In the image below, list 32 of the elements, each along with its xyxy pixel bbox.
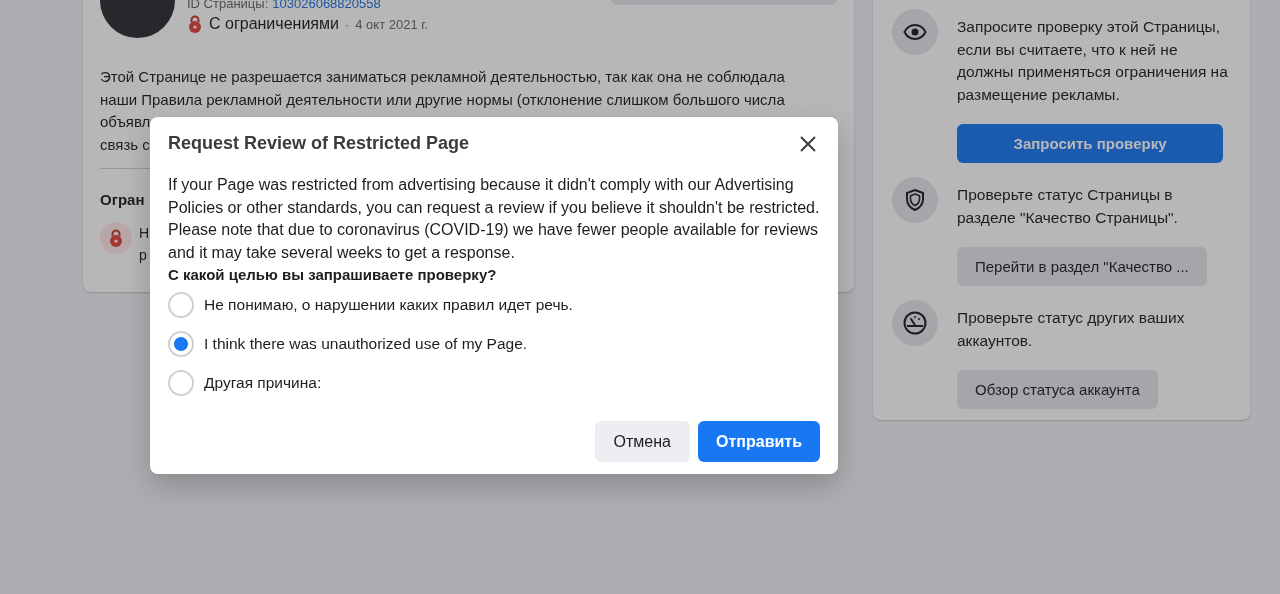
restriction-text: р	[139, 246, 147, 265]
description-text: связь с	[100, 134, 150, 155]
question-text: С какой целью вы запрашиваете проверку?	[168, 265, 498, 285]
status-text: С ограничениями	[209, 15, 339, 33]
radio-button[interactable]	[168, 331, 194, 357]
option-label: I think there was unauthorized use of my Page.	[204, 335, 528, 353]
close-icon	[800, 135, 816, 152]
action-description: Проверьте статус Страницы в разделе "Качество Страницы".	[957, 185, 1179, 228]
restriction-text: Н	[139, 224, 150, 243]
lock-icon	[187, 15, 203, 33]
close-button[interactable]	[798, 133, 818, 154]
separator-dot: ·	[344, 16, 350, 32]
description-text: объявл	[100, 112, 151, 132]
gauge-icon	[902, 311, 928, 335]
description-text: наши Правила рекламной деятельности или другие нормы (отклонение слишком большого числа	[100, 89, 785, 110]
action-button[interactable]: Обзор статуса аккаунта	[957, 370, 1158, 409]
radio-button[interactable]	[168, 292, 194, 318]
dialog-title: Request Review of Restricted Page	[168, 133, 470, 154]
shield-icon	[904, 188, 926, 212]
action-description: Запросите проверку этой Страницы, если вы считаете, что к ней не должны применяться ограничения на размещение рекламы.	[957, 17, 1229, 105]
option-label: Другая причина:	[204, 374, 322, 392]
submit-button[interactable]: Отправить	[698, 421, 820, 462]
section-heading: Огран	[100, 191, 145, 208]
action-button[interactable]: Перейти в раздел "Качество ...	[957, 247, 1207, 286]
action-description: Проверьте статус других ваших аккаунтов.	[957, 308, 1186, 351]
dialog-body-text: If your Page was restricted from advertising because it didn't comply with our Advertising Policies or other standards, you can request a review if you believe it shouldn't be restricted. Please note that due to coronavirus (COVID-19) we have fewer people available for reviews and it may take several weeks to get a response.	[168, 175, 820, 263]
cancel-button[interactable]: Отмена	[594, 421, 690, 462]
description-text: Этой Странице не разрешается заниматься рекламной деятельностью, так как она не соблюдала	[100, 67, 785, 87]
lock-icon	[108, 229, 124, 247]
radio-button[interactable]	[168, 370, 194, 396]
option-label: Не понимаю, о нарушении каких правил идет речь.	[204, 296, 573, 314]
date-text: 4 окт 2021 г.	[355, 16, 429, 32]
